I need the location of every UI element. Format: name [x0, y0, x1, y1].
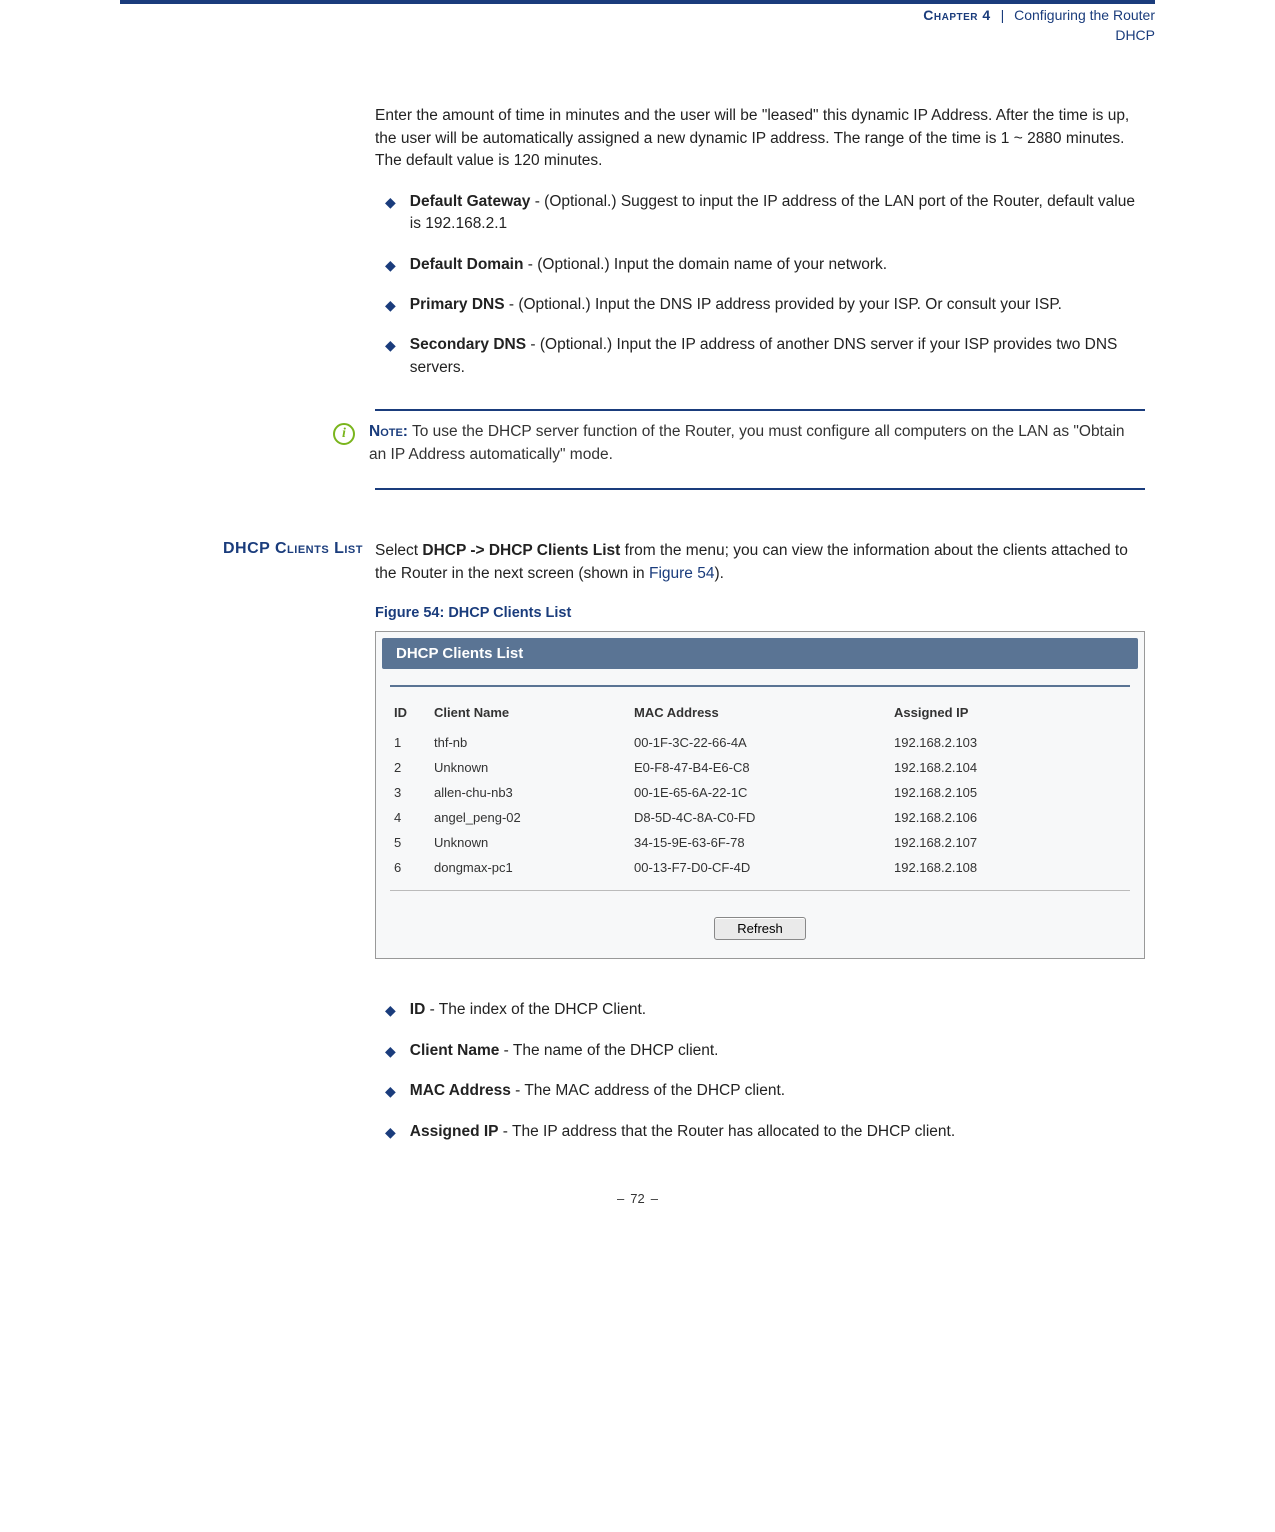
bullet-id: ◆ ID - The index of the DHCP Client. — [375, 999, 1145, 1021]
bullet-mac-address: ◆ MAC Address - The MAC address of the D… — [375, 1080, 1145, 1102]
cell-name: Unknown — [430, 755, 630, 780]
info-icon: i — [333, 423, 355, 445]
table-row: 6 dongmax-pc1 00-13-F7-D0-CF-4D 192.168.… — [390, 855, 1130, 880]
figure-caption: Figure 54: DHCP Clients List — [375, 605, 1145, 621]
cell-id: 3 — [390, 780, 430, 805]
cell-mac: D8-5D-4C-8A-C0-FD — [630, 805, 890, 830]
note-label: Note: — [369, 423, 408, 440]
header-rule-thick — [120, 0, 1155, 4]
header-section: DHCP — [120, 26, 1155, 46]
cell-mac: 34-15-9E-63-6F-78 — [630, 830, 890, 855]
bullet-term: Primary DNS — [410, 296, 505, 313]
dhcp-clients-screenshot: DHCP Clients List ID Client Name MAC Add… — [375, 631, 1145, 959]
section-para-pre: Select — [375, 542, 422, 559]
cell-mac: E0-F8-47-B4-E6-C8 — [630, 755, 890, 780]
cell-id: 6 — [390, 855, 430, 880]
cell-id: 5 — [390, 830, 430, 855]
section-heading: DHCP Clients List — [223, 540, 363, 557]
cell-ip: 192.168.2.107 — [890, 830, 1130, 855]
cell-name: dongmax-pc1 — [430, 855, 630, 880]
bullet-desc: - The MAC address of the DHCP client. — [511, 1082, 785, 1099]
section-para-end: ). — [714, 565, 723, 582]
cell-id: 1 — [390, 730, 430, 755]
chapter-label: Chapter 4 — [923, 7, 990, 23]
cell-name: thf-nb — [430, 730, 630, 755]
cell-mac: 00-1F-3C-22-66-4A — [630, 730, 890, 755]
diamond-icon: ◆ — [385, 334, 396, 356]
table-row: 2 Unknown E0-F8-47-B4-E6-C8 192.168.2.10… — [390, 755, 1130, 780]
lease-time-paragraph: Enter the amount of time in minutes and … — [375, 105, 1145, 172]
diamond-icon: ◆ — [385, 1121, 396, 1143]
bullet-term: MAC Address — [410, 1082, 511, 1099]
cell-name: angel_peng-02 — [430, 805, 630, 830]
bullet-secondary-dns: ◆ Secondary DNS - (Optional.) Input the … — [375, 334, 1145, 379]
diamond-icon: ◆ — [385, 1040, 396, 1062]
section-paragraph: Select DHCP -> DHCP Clients List from th… — [375, 540, 1145, 585]
cell-ip: 192.168.2.108 — [890, 855, 1130, 880]
diamond-icon: ◆ — [385, 1080, 396, 1102]
table-row: 3 allen-chu-nb3 00-1E-65-6A-22-1C 192.16… — [390, 780, 1130, 805]
section-para-bold: DHCP -> DHCP Clients List — [422, 542, 620, 559]
diamond-icon: ◆ — [385, 191, 396, 213]
note-rule-bottom — [375, 488, 1145, 490]
note-text: To use the DHCP server function of the R… — [369, 423, 1125, 462]
bullet-term: Client Name — [410, 1042, 500, 1059]
bullet-term: Default Domain — [410, 256, 524, 273]
cell-ip: 192.168.2.103 — [890, 730, 1130, 755]
cell-name: Unknown — [430, 830, 630, 855]
note-block: i Note: To use the DHCP server function … — [375, 409, 1145, 490]
bullet-desc: - (Optional.) Input the DNS IP address p… — [505, 296, 1062, 313]
bullet-term: ID — [410, 1001, 426, 1018]
bullet-term: Secondary DNS — [410, 336, 526, 353]
bullet-term: Assigned IP — [410, 1123, 499, 1140]
dhcp-clients-table: ID Client Name MAC Address Assigned IP 1… — [390, 699, 1130, 880]
cell-ip: 192.168.2.104 — [890, 755, 1130, 780]
chapter-title: Configuring the Router — [1014, 7, 1155, 23]
table-row: 1 thf-nb 00-1F-3C-22-66-4A 192.168.2.103 — [390, 730, 1130, 755]
diamond-icon: ◆ — [385, 294, 396, 316]
diamond-icon: ◆ — [385, 999, 396, 1021]
table-row: 5 Unknown 34-15-9E-63-6F-78 192.168.2.10… — [390, 830, 1130, 855]
bullet-client-name: ◆ Client Name - The name of the DHCP cli… — [375, 1040, 1145, 1062]
cell-ip: 192.168.2.105 — [890, 780, 1130, 805]
cell-mac: 00-1E-65-6A-22-1C — [630, 780, 890, 805]
cell-id: 2 — [390, 755, 430, 780]
bullet-desc: - The IP address that the Router has all… — [499, 1123, 956, 1140]
bullet-assigned-ip: ◆ Assigned IP - The IP address that the … — [375, 1121, 1145, 1143]
header-separator: | — [995, 7, 1011, 23]
bullet-default-domain: ◆ Default Domain - (Optional.) Input the… — [375, 254, 1145, 276]
bullet-primary-dns: ◆ Primary DNS - (Optional.) Input the DN… — [375, 294, 1145, 316]
refresh-button[interactable]: Refresh — [714, 917, 806, 940]
figure-reference: Figure 54 — [649, 565, 714, 582]
screenshot-rule — [390, 685, 1130, 687]
screenshot-rule-thin — [390, 890, 1130, 891]
col-header-name: Client Name — [430, 699, 630, 730]
cell-mac: 00-13-F7-D0-CF-4D — [630, 855, 890, 880]
table-row: 4 angel_peng-02 D8-5D-4C-8A-C0-FD 192.16… — [390, 805, 1130, 830]
cell-name: allen-chu-nb3 — [430, 780, 630, 805]
note-rule-top — [375, 409, 1145, 411]
bullet-default-gateway: ◆ Default Gateway - (Optional.) Suggest … — [375, 191, 1145, 236]
screenshot-title: DHCP Clients List — [382, 638, 1138, 669]
running-header: Chapter 4 | Configuring the Router DHCP — [120, 6, 1155, 105]
cell-ip: 192.168.2.106 — [890, 805, 1130, 830]
page-footer: –72– — [120, 1161, 1155, 1216]
bullet-desc: - The index of the DHCP Client. — [425, 1001, 646, 1018]
col-header-mac: MAC Address — [630, 699, 890, 730]
cell-id: 4 — [390, 805, 430, 830]
col-header-id: ID — [390, 699, 430, 730]
diamond-icon: ◆ — [385, 254, 396, 276]
bullet-desc: - (Optional.) Input the domain name of y… — [523, 256, 887, 273]
bullet-term: Default Gateway — [410, 193, 531, 210]
col-header-ip: Assigned IP — [890, 699, 1130, 730]
bullet-desc: - The name of the DHCP client. — [499, 1042, 718, 1059]
page-number: 72 — [630, 1191, 644, 1206]
